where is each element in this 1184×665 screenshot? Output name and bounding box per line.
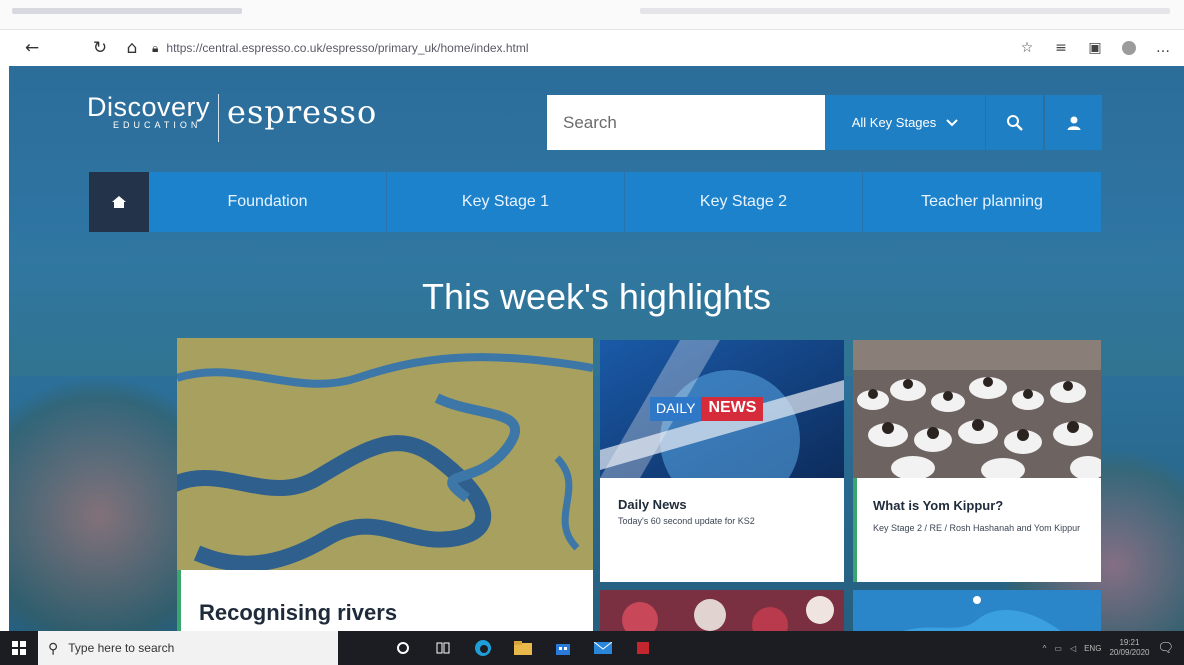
search-input[interactable] (547, 95, 825, 150)
windows-logo-icon (12, 641, 26, 655)
start-button[interactable] (0, 631, 38, 665)
system-tray: ^ ▭ ◁ ENG 19:21 20/09/2020 🗨︎ (1043, 631, 1174, 665)
taskbar-search-placeholder: Type here to search (68, 641, 175, 655)
key-stage-selected-label: All Key Stages (851, 115, 937, 130)
card-subtitle: Today's 60 second update for KS2 (618, 516, 755, 526)
taskbar-clock[interactable]: 19:21 20/09/2020 (1109, 638, 1149, 658)
scan-smudge (640, 8, 1170, 14)
nav-home-button[interactable] (89, 172, 149, 232)
nav-item-label: Key Stage 2 (699, 193, 788, 210)
tray-chevron-icon[interactable]: ^ (1043, 644, 1047, 653)
scan-smudge (12, 8, 242, 14)
river-aerial-image (177, 338, 593, 570)
profile-avatar-icon[interactable] (1118, 34, 1140, 62)
badge-news-text: NEWS (701, 397, 764, 421)
refresh-icon[interactable]: ↻ (86, 34, 114, 62)
highlights-heading: This week's highlights (421, 276, 772, 317)
store-icon[interactable] (550, 635, 576, 661)
card-accent-bar (177, 570, 181, 631)
nav-item-teacher-planning[interactable]: Teacher planning (863, 172, 1101, 232)
window-top-strip (0, 0, 1184, 30)
collections-icon[interactable]: ▣ (1084, 34, 1106, 62)
task-view-icon[interactable] (430, 635, 456, 661)
nav-item-label: Foundation (227, 193, 308, 210)
logo-divider (218, 94, 220, 142)
discovery-espresso-logo[interactable]: Discovery EDUCATION espresso (87, 92, 377, 142)
magnifier-icon: ⚲ (48, 639, 59, 656)
nav-item-key-stage-2[interactable]: Key Stage 2 (625, 172, 863, 232)
back-arrow-icon[interactable]: ← (18, 34, 46, 62)
nav-item-label: Teacher planning (921, 193, 1043, 210)
clock-date: 20/09/2020 (1109, 648, 1150, 657)
key-stage-dropdown[interactable]: All Key Stages (825, 95, 985, 150)
lock-icon: 🔒︎ (152, 40, 159, 55)
badge-daily-text: DAILY (650, 397, 702, 421)
card-title: Recognising rivers (199, 600, 398, 625)
notifications-icon[interactable]: 🗨︎ (1157, 640, 1174, 656)
user-icon (1067, 116, 1080, 130)
file-explorer-icon[interactable] (510, 635, 536, 661)
nav-item-key-stage-1[interactable]: Key Stage 1 (387, 172, 625, 232)
partial-card-image (853, 590, 1101, 631)
partial-card-image (622, 596, 834, 631)
house-icon (112, 196, 126, 208)
logo-education-text: EDUCATION (113, 120, 202, 130)
discovery-education-wordmark: Discovery EDUCATION (87, 92, 210, 130)
taskbar-search-box[interactable]: ⚲ Type here to search (38, 631, 338, 665)
yom-kippur-crowd-image (853, 340, 1101, 478)
chevron-down-icon (946, 118, 958, 126)
daily-news-badge: DAILY NEWS (650, 397, 764, 421)
home-icon[interactable]: ⌂ (118, 34, 146, 62)
logo-discovery-text: Discovery (87, 92, 211, 122)
card-title: Daily News (618, 497, 687, 512)
address-bar[interactable]: 🔒︎ https://central.espresso.co.uk/espres… (152, 41, 529, 56)
clock-time: 19:21 (1119, 638, 1140, 647)
favorites-list-icon[interactable]: ≡ (1050, 34, 1072, 62)
address-url: https://central.espresso.co.uk/espresso/… (166, 41, 529, 55)
browser-actions: ☆ ≡ ▣ … (1016, 34, 1174, 62)
card-accent-bar (853, 478, 857, 582)
favorite-star-icon[interactable]: ☆ (1016, 34, 1038, 62)
more-menu-icon[interactable]: … (1152, 34, 1174, 62)
card-subtitle: Key Stage 2 / RE / Rosh Hashanah and Yom… (873, 523, 1081, 533)
search-button[interactable] (986, 95, 1043, 150)
tray-language[interactable]: ENG (1084, 644, 1101, 653)
user-account-button[interactable] (1045, 95, 1102, 150)
cortana-icon[interactable] (390, 635, 416, 661)
volume-icon[interactable]: ◁ (1070, 644, 1076, 653)
office-icon[interactable] (630, 635, 656, 661)
taskbar-apps (390, 635, 656, 661)
highlight-card-daily-news[interactable]: DAILY NEWS Daily News Today's 60 second … (600, 340, 844, 582)
highlight-card-yom-kippur[interactable]: What is Yom Kippur? Key Stage 2 / RE / R… (853, 340, 1101, 582)
highlight-card-rivers[interactable]: Recognising rivers (177, 338, 593, 631)
mail-icon[interactable] (590, 635, 616, 661)
highlight-card-partial[interactable] (853, 590, 1101, 631)
browser-toolbar: ← ↻ ⌂ 🔒︎ https://central.espresso.co.uk/… (0, 30, 1184, 66)
network-icon[interactable]: ▭ (1054, 644, 1062, 653)
nav-item-label: Key Stage 1 (461, 193, 550, 210)
search-icon (1006, 114, 1023, 131)
logo-espresso-text: espresso (227, 93, 378, 131)
edge-browser-icon[interactable] (470, 635, 496, 661)
highlight-card-partial[interactable] (600, 590, 844, 631)
card-title: What is Yom Kippur? (873, 498, 1004, 513)
windows-taskbar: ⚲ Type here to search ^ ▭ ◁ ENG 19:21 20… (0, 631, 1184, 665)
nav-item-foundation[interactable]: Foundation (149, 172, 387, 232)
espresso-page: Discovery EDUCATION espresso All Key Sta… (9, 66, 1184, 631)
